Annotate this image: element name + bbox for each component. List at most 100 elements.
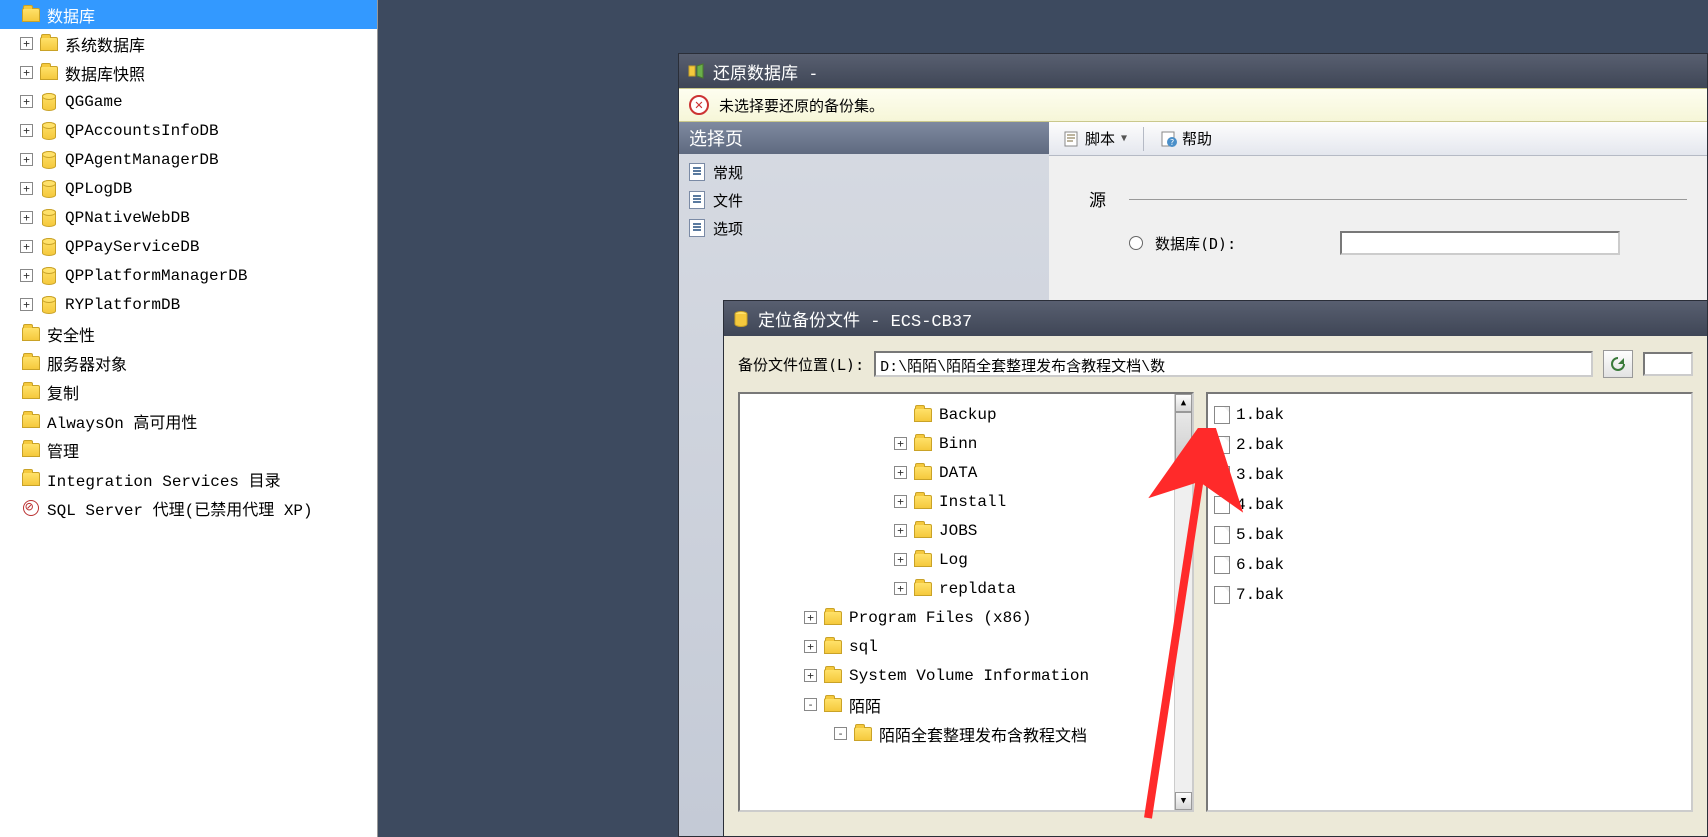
error-message: 未选择要还原的备份集。 [719, 95, 884, 116]
page-label: 选项 [713, 218, 743, 239]
script-button[interactable]: 脚本 ▼ [1057, 125, 1133, 152]
folder-item-JOBS[interactable]: +JOBS [744, 516, 1188, 545]
path-input[interactable]: D:\陌陌\陌陌全套整理发布含教程文档\数 [874, 351, 1593, 377]
tree-expander[interactable]: + [20, 37, 33, 50]
file-name: 4.bak [1236, 496, 1284, 514]
folder-icon [913, 493, 933, 511]
tree-expander[interactable]: + [20, 124, 33, 137]
file-item-6.bak[interactable]: 6.bak [1214, 550, 1685, 580]
tree-expander[interactable]: + [894, 466, 907, 479]
tree-item-RYPlatformDB[interactable]: +RYPlatformDB [0, 290, 377, 319]
folder-icon [913, 464, 933, 482]
tree-label: QPPayServiceDB [65, 238, 199, 256]
tree-expander[interactable]: + [804, 669, 817, 682]
folder-item-System Volume Information[interactable]: + System Volume Information [744, 661, 1188, 690]
database-radio[interactable] [1129, 236, 1143, 250]
tree-item-数据库[interactable]: 数据库 [0, 0, 377, 29]
tree-item-QPAgentManagerDB[interactable]: +QPAgentManagerDB [0, 145, 377, 174]
tree-label: AlwaysOn 高可用性 [47, 409, 197, 433]
tree-item-Integration Services 目录[interactable]: Integration Services 目录 [0, 464, 377, 493]
tree-expander[interactable]: + [20, 240, 33, 253]
folder-item-陌陌全套整理发布含教程文档[interactable]: -陌陌全套整理发布含教程文档 [744, 719, 1188, 748]
help-button[interactable]: ? 帮助 [1154, 125, 1218, 152]
database-icon [39, 209, 59, 227]
folder-item-Program Files (x86)[interactable]: +Program Files (x86) [744, 603, 1188, 632]
tree-expander[interactable]: - [804, 698, 817, 711]
file-item-2.bak[interactable]: 2.bak [1214, 430, 1685, 460]
tree-item-QPPlatformManagerDB[interactable]: +QPPlatformManagerDB [0, 261, 377, 290]
tree-label: 复制 [47, 380, 79, 404]
folder-item-Binn[interactable]: +Binn [744, 429, 1188, 458]
tree-expander[interactable]: + [894, 553, 907, 566]
file-item-7.bak[interactable]: 7.bak [1214, 580, 1685, 610]
tree-item-QGGame[interactable]: +QGGame [0, 87, 377, 116]
page-item-选项[interactable]: 选项 [683, 214, 1045, 242]
folder-item-sql[interactable]: +sql [744, 632, 1188, 661]
folder-item-陌陌[interactable]: -陌陌 [744, 690, 1188, 719]
filter-input[interactable] [1643, 352, 1693, 376]
tree-item-QPLogDB[interactable]: +QPLogDB [0, 174, 377, 203]
tree-expander [2, 356, 15, 369]
tree-scrollbar[interactable]: ▲ ▼ [1174, 394, 1192, 810]
tree-item-系统数据库[interactable]: +系统数据库 [0, 29, 377, 58]
tree-item-数据库快照[interactable]: +数据库快照 [0, 58, 377, 87]
folder-icon [913, 551, 933, 569]
dialog-titlebar[interactable]: 还原数据库 - [679, 54, 1707, 88]
locate-backup-dialog: 定位备份文件 - ECS-CB37 备份文件位置(L): D:\陌陌\陌陌全套整… [723, 300, 1708, 837]
tree-expander[interactable]: + [804, 640, 817, 653]
scroll-up-button[interactable]: ▲ [1175, 394, 1192, 412]
refresh-button[interactable] [1603, 350, 1633, 378]
folder-item-Log[interactable]: +Log [744, 545, 1188, 574]
folder-item-repldata[interactable]: +repldata [744, 574, 1188, 603]
tree-label: QPNativeWebDB [65, 209, 190, 227]
locate-titlebar[interactable]: 定位备份文件 - ECS-CB37 [724, 301, 1707, 336]
file-icon [1214, 406, 1230, 424]
tree-expander [2, 472, 15, 485]
tree-expander[interactable]: + [20, 153, 33, 166]
tree-expander [2, 414, 15, 427]
tree-expander[interactable]: + [20, 298, 33, 311]
folder-icon [39, 35, 59, 53]
tree-expander[interactable]: + [20, 182, 33, 195]
error-icon: ✕ [689, 95, 709, 115]
tree-expander[interactable]: + [20, 211, 33, 224]
tree-expander[interactable]: + [20, 66, 33, 79]
scroll-down-button[interactable]: ▼ [1175, 792, 1192, 810]
page-item-文件[interactable]: 文件 [683, 186, 1045, 214]
tree-expander[interactable]: + [894, 437, 907, 450]
tree-expander[interactable]: + [20, 95, 33, 108]
folder-item-Backup[interactable]: Backup [744, 400, 1188, 429]
folder-label: System Volume Information [849, 667, 1089, 685]
tree-expander[interactable]: + [804, 611, 817, 624]
scroll-thumb[interactable] [1175, 412, 1192, 462]
tree-expander[interactable]: + [894, 582, 907, 595]
tree-item-QPNativeWebDB[interactable]: + QPNativeWebDB [0, 203, 377, 232]
db-icon [732, 310, 750, 328]
tree-expander[interactable]: - [834, 727, 847, 740]
file-item-5.bak[interactable]: 5.bak [1214, 520, 1685, 550]
tree-item-复制[interactable]: 复制 [0, 377, 377, 406]
tree-item-服务器对象[interactable]: 服务器对象 [0, 348, 377, 377]
tree-label: SQL Server 代理(已禁用代理 XP) [47, 496, 313, 520]
file-item-3.bak[interactable]: 3.bak [1214, 460, 1685, 490]
database-icon [39, 151, 59, 169]
database-dropdown[interactable] [1340, 231, 1620, 255]
folder-tree[interactable]: Backup+Binn+DATA+Install+JOBS+Log+replda… [738, 392, 1194, 812]
file-list[interactable]: 1.bak2.bak3.bak 4.bak 5.bak6.bak7.bak [1206, 392, 1693, 812]
tree-item-QPPayServiceDB[interactable]: + QPPayServiceDB [0, 232, 377, 261]
tree-label: 服务器对象 [47, 351, 127, 375]
tree-expander[interactable]: + [894, 495, 907, 508]
tree-item-SQL Server 代理(已禁用代理 XP)[interactable]: SQL Server 代理(已禁用代理 XP) [0, 493, 377, 522]
tree-expander[interactable]: + [894, 524, 907, 537]
tree-item-安全性[interactable]: 安全性 [0, 319, 377, 348]
page-item-常规[interactable]: 常规 [683, 158, 1045, 186]
file-item-4.bak[interactable]: 4.bak [1214, 490, 1685, 520]
file-item-1.bak[interactable]: 1.bak [1214, 400, 1685, 430]
tree-item-QPAccountsInfoDB[interactable]: +QPAccountsInfoDB [0, 116, 377, 145]
tree-item-AlwaysOn 高可用性[interactable]: AlwaysOn 高可用性 [0, 406, 377, 435]
tree-item-管理[interactable]: 管理 [0, 435, 377, 464]
folder-item-DATA[interactable]: +DATA [744, 458, 1188, 487]
tree-expander[interactable]: + [20, 269, 33, 282]
folder-item-Install[interactable]: +Install [744, 487, 1188, 516]
tree-label: 管理 [47, 438, 79, 462]
